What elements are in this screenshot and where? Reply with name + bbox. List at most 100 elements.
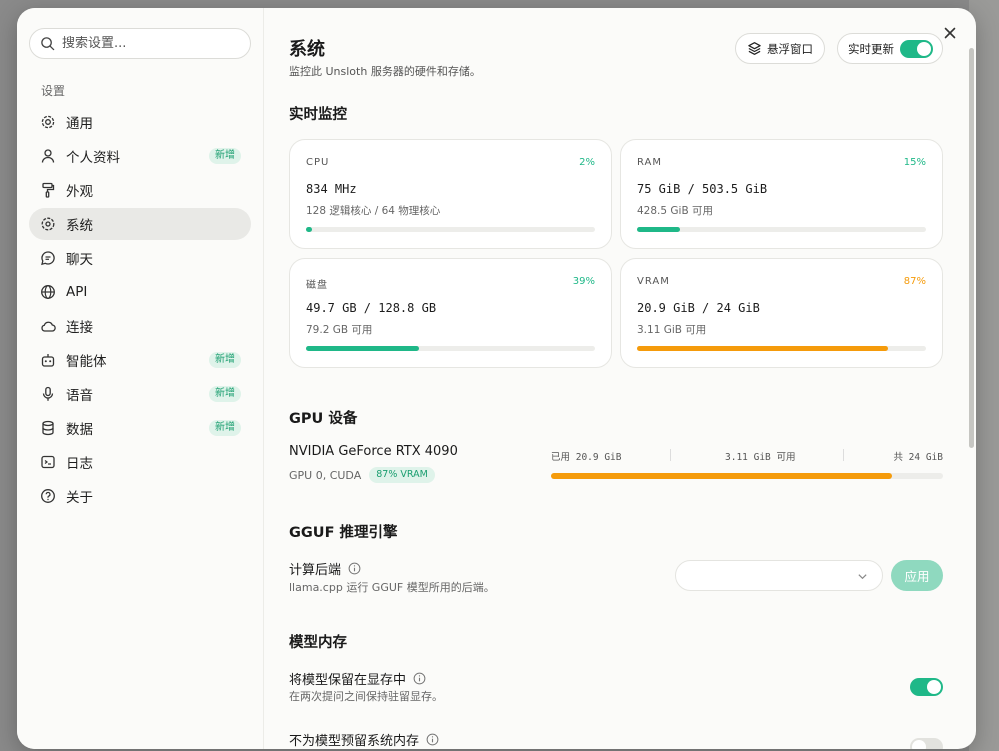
card-sub: 128 逻辑核心 / 64 物理核心	[306, 205, 441, 217]
search-input[interactable]	[62, 36, 232, 51]
info-icon[interactable]	[413, 672, 426, 685]
card-label: RAM	[637, 157, 663, 168]
chip-gear-icon	[41, 217, 55, 231]
card-percent: 39%	[572, 276, 595, 287]
card-value: 20.9 GiB / 24 GiB	[637, 301, 760, 315]
sidebar-item-label: 智能体	[66, 354, 107, 370]
scrollbar[interactable]	[969, 48, 974, 448]
info-icon[interactable]	[348, 562, 361, 575]
search-icon	[41, 37, 55, 51]
keep-in-vram-toggle[interactable]	[910, 678, 943, 696]
sidebar-nav: 通用 个人资料 新增 外观 系统 聊天 API 连接 智能体 新增 语音 新增 …	[29, 106, 251, 514]
chevron-down-icon	[858, 574, 867, 580]
search-box[interactable]	[29, 28, 251, 59]
user-icon	[41, 149, 55, 163]
gpu-meta-text: GPU 0, CUDA	[289, 468, 362, 482]
sidebar-item-label: 语音	[66, 388, 93, 404]
ram-card: RAM 15% 75 GiB / 503.5 GiB 428.5 GiB 可用	[620, 139, 943, 249]
sidebar-item-label: 个人资料	[66, 150, 120, 166]
page-subtitle: 监控此 Unsloth 服务器的硬件和存储。	[289, 65, 481, 78]
close-icon[interactable]	[941, 24, 959, 42]
new-badge: 新增	[209, 148, 241, 164]
usage-bar	[637, 227, 926, 232]
live-update-label: 实时更新	[848, 41, 894, 56]
sidebar-item-profile[interactable]: 个人资料 新增	[29, 140, 251, 172]
sidebar-item-system[interactable]: 系统	[29, 208, 251, 240]
keep-in-vram-title: 将模型保留在显存中	[289, 669, 426, 688]
sidebar-section-label: 设置	[41, 84, 66, 98]
sidebar-item-label: 通用	[66, 116, 93, 132]
cpu-card: CPU 2% 834 MHz 128 逻辑核心 / 64 物理核心	[289, 139, 612, 249]
backend-title-text: 计算后端	[289, 563, 342, 578]
backend-select[interactable]	[675, 560, 883, 591]
card-sub: 3.11 GiB 可用	[637, 324, 707, 336]
no-reserve-ram-title-text: 不为模型预留系统内存	[289, 734, 420, 749]
sidebar-item-label: API	[66, 284, 88, 300]
gpu-heading: GPU 设备	[289, 411, 358, 427]
settings-modal: 设置 通用 个人资料 新增 外观 系统 聊天	[17, 8, 976, 749]
usage-bar-fill	[306, 227, 312, 232]
live-update-toggle[interactable]	[900, 40, 933, 58]
card-sub: 428.5 GiB 可用	[637, 205, 713, 217]
usage-bar	[637, 346, 926, 351]
sidebar-item-about[interactable]: 关于	[29, 480, 251, 512]
card-percent: 2%	[579, 157, 595, 168]
card-label: 磁盘	[306, 280, 328, 291]
sidebar-item-chat[interactable]: 聊天	[29, 242, 251, 274]
new-badge: 新增	[209, 386, 241, 402]
float-window-button[interactable]: 悬浮窗口	[735, 33, 825, 64]
card-label: VRAM	[637, 276, 670, 287]
info-icon[interactable]	[426, 733, 439, 746]
microphone-icon	[42, 386, 54, 401]
settings-sidebar: 设置 通用 个人资料 新增 外观 系统 聊天	[17, 8, 264, 749]
gear-icon	[41, 115, 55, 129]
settings-main: 系统 监控此 Unsloth 服务器的硬件和存储。 悬浮窗口 实时更新 实时监控…	[265, 8, 976, 749]
sidebar-item-api[interactable]: API	[29, 276, 251, 308]
live-update-control: 实时更新	[837, 33, 943, 64]
sidebar-item-agents[interactable]: 智能体 新增	[29, 344, 251, 376]
gpu-used-label: 已用 20.9 GiB	[551, 452, 622, 463]
gpu-name: NVIDIA GeForce RTX 4090	[289, 444, 458, 459]
usage-bar-fill	[637, 346, 889, 351]
usage-bar	[306, 346, 595, 351]
no-reserve-ram-title: 不为模型预留系统内存	[289, 730, 439, 749]
memory-heading: 模型内存	[289, 635, 347, 651]
disk-card: 磁盘 39% 49.7 GB / 128.8 GB 79.2 GB 可用	[289, 258, 612, 368]
sidebar-item-data[interactable]: 数据 新增	[29, 412, 251, 444]
vram-badge: 87% VRAM	[369, 467, 435, 483]
sidebar-item-general[interactable]: 通用	[29, 106, 251, 138]
help-circle-icon	[41, 489, 55, 503]
gpu-bar-labels: 已用 20.9 GiB 3.11 GiB 可用 共 24 GiB	[551, 449, 943, 463]
gpu-vram-bar	[551, 473, 943, 479]
card-value: 49.7 GB / 128.8 GB	[306, 301, 437, 315]
gguf-heading: GGUF 推理引擎	[289, 525, 398, 541]
sidebar-item-label: 聊天	[66, 252, 93, 268]
gpu-total-label: 共 24 GiB	[893, 452, 943, 463]
apply-button[interactable]: 应用	[891, 560, 943, 591]
sidebar-item-connections[interactable]: 连接	[29, 310, 251, 342]
globe-icon	[41, 285, 55, 299]
sidebar-item-label: 外观	[66, 184, 93, 200]
backend-title: 计算后端	[289, 559, 361, 578]
sidebar-item-appearance[interactable]: 外观	[29, 174, 251, 206]
gpu-vram-bar-fill	[551, 473, 893, 479]
card-percent: 87%	[903, 276, 926, 287]
gpu-free-label: 3.11 GiB 可用	[725, 452, 796, 463]
card-sub: 79.2 GB 可用	[306, 324, 373, 336]
no-reserve-ram-toggle[interactable]	[910, 738, 943, 749]
usage-bar	[306, 227, 595, 232]
sidebar-item-logs[interactable]: 日志	[29, 446, 251, 478]
vram-card: VRAM 87% 20.9 GiB / 24 GiB 3.11 GiB 可用	[620, 258, 943, 368]
page-title: 系统	[289, 39, 325, 60]
robot-icon	[41, 354, 55, 367]
sidebar-item-voice[interactable]: 语音 新增	[29, 378, 251, 410]
gpu-meta: GPU 0, CUDA 87% VRAM	[289, 467, 435, 483]
divider	[843, 449, 844, 461]
monitor-heading: 实时监控	[289, 107, 347, 123]
keep-in-vram-desc: 在两次提问之间保持驻留显存。	[289, 690, 443, 703]
terminal-icon	[41, 455, 55, 469]
usage-bar-fill	[637, 227, 681, 232]
layers-icon	[748, 42, 761, 55]
paint-roller-icon	[42, 182, 55, 198]
sidebar-item-label: 日志	[66, 456, 93, 472]
